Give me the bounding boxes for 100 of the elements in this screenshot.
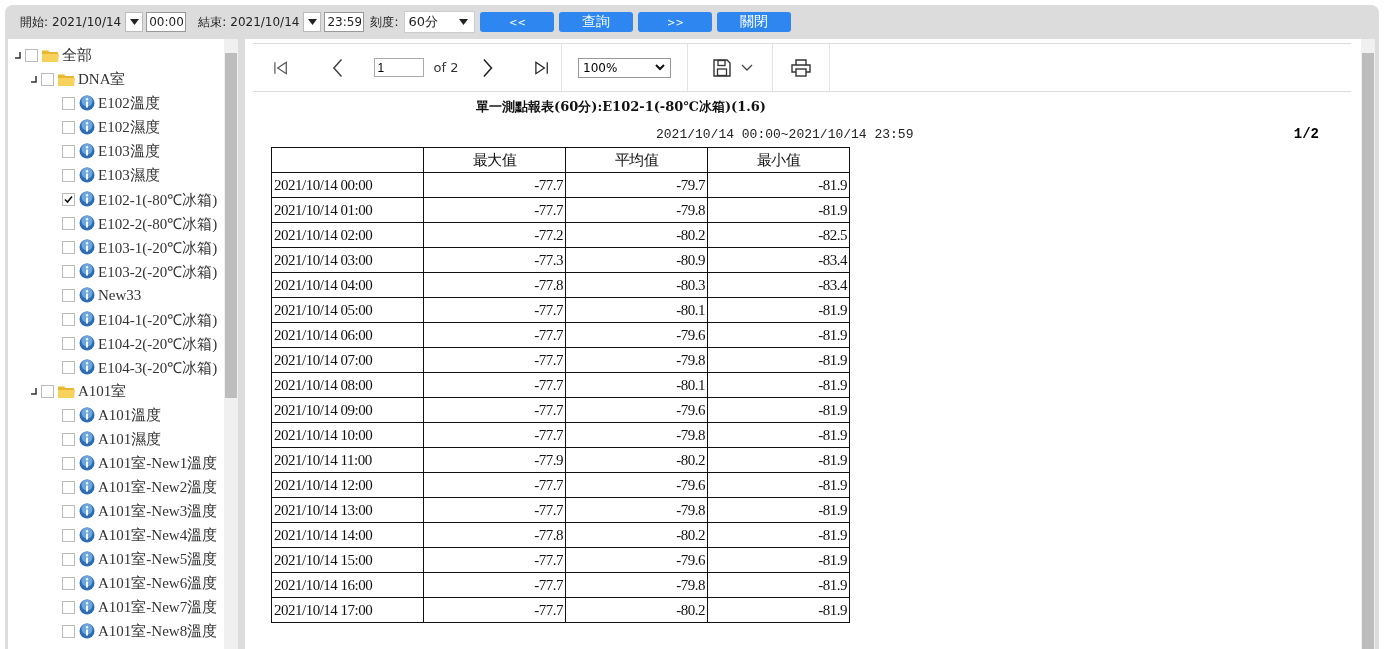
table-cell: -77.8 xyxy=(423,522,566,548)
checkbox[interactable] xyxy=(62,528,75,542)
checkbox[interactable] xyxy=(62,480,75,494)
checkbox[interactable] xyxy=(62,456,75,470)
checkbox[interactable] xyxy=(62,408,75,422)
tree-item[interactable]: E102-2(-80℃冰箱) xyxy=(98,212,218,234)
table-cell: -82.5 xyxy=(707,222,850,248)
end-time-field[interactable]: 23:59 xyxy=(324,12,365,32)
tree-item[interactable]: A101室 xyxy=(78,381,127,401)
start-time-field[interactable]: 00:00 xyxy=(146,12,187,32)
tree-item[interactable]: A101室-New6溫度 xyxy=(98,573,218,593)
previous-button[interactable]: << xyxy=(480,12,555,32)
table-cell: 2021/10/14 02:00 xyxy=(271,222,424,248)
scale-select[interactable]: 60分 xyxy=(404,11,476,33)
checkbox[interactable] xyxy=(62,144,75,158)
tree-item[interactable]: A101室-New2溫度 xyxy=(98,477,218,497)
checkbox[interactable] xyxy=(62,168,75,182)
table-cell: -81.9 xyxy=(707,472,850,498)
table-cell: -81.9 xyxy=(707,172,850,198)
info-icon xyxy=(79,551,95,567)
checkbox[interactable] xyxy=(62,600,75,614)
tree-item[interactable]: E104-1(-20℃冰箱) xyxy=(98,308,218,330)
tree-item[interactable]: A101室-New4溫度 xyxy=(98,525,218,545)
dropdown-button[interactable] xyxy=(303,12,322,32)
table-cell: -77.7 xyxy=(423,472,566,498)
checkbox[interactable] xyxy=(62,96,75,110)
report-title: 單一測點報表(60分):E102-1(-80℃冰箱)(1.6) xyxy=(475,98,767,116)
scrollbar[interactable] xyxy=(224,39,238,649)
tree-item[interactable]: A101室-New3溫度 xyxy=(98,501,218,521)
tree-item[interactable]: A101溫度 xyxy=(98,405,162,425)
previous-page-icon[interactable] xyxy=(332,57,344,78)
tree-item[interactable]: E104-2(-20℃冰箱) xyxy=(98,332,218,354)
checkbox[interactable] xyxy=(62,360,75,374)
table-cell: -81.9 xyxy=(707,347,850,373)
table-cell: 2021/10/14 03:00 xyxy=(271,247,424,273)
info-icon xyxy=(79,95,95,111)
tree-item[interactable]: E103溫度 xyxy=(98,141,160,161)
checkbox[interactable] xyxy=(41,72,54,86)
table-cell: -79.8 xyxy=(565,497,708,523)
print-icon[interactable] xyxy=(791,58,811,77)
page-number-field[interactable]: 1 xyxy=(373,58,424,77)
checkbox[interactable] xyxy=(41,384,54,398)
dropdown-button[interactable] xyxy=(125,12,144,32)
collapse-icon[interactable] xyxy=(30,387,37,395)
tree-item[interactable]: E103-1(-20℃冰箱) xyxy=(98,236,218,258)
query-button[interactable]: 查詢 xyxy=(559,12,634,32)
table-cell: -79.7 xyxy=(565,172,708,198)
tree-item[interactable]: DNA室 xyxy=(78,69,126,89)
collapse-icon[interactable] xyxy=(14,51,21,59)
tree-item[interactable]: A101室-New7溫度 xyxy=(98,597,218,617)
last-page-icon[interactable] xyxy=(533,59,549,76)
checkbox[interactable] xyxy=(62,240,75,254)
tree-item[interactable]: 全部 xyxy=(62,45,92,65)
checkbox[interactable] xyxy=(25,48,38,62)
checkbox[interactable] xyxy=(62,576,75,590)
checkbox[interactable] xyxy=(62,192,75,206)
tree-item[interactable]: New33 xyxy=(98,286,142,304)
tree-item[interactable]: A101濕度 xyxy=(98,429,162,449)
checkbox[interactable] xyxy=(62,120,75,134)
tree-item[interactable]: E103濕度 xyxy=(98,165,160,185)
page-count: of 2 xyxy=(433,60,459,75)
tree-item[interactable]: A101室-New5溫度 xyxy=(98,549,218,569)
checkbox[interactable] xyxy=(62,312,75,326)
chevron-down-icon[interactable] xyxy=(741,63,753,72)
tree-item[interactable]: A101室-New1溫度 xyxy=(98,453,218,473)
scrollbar[interactable] xyxy=(1361,39,1375,649)
next-page-icon[interactable] xyxy=(482,57,494,78)
tree-item[interactable]: A101室-New8溫度 xyxy=(98,621,218,641)
end-date: 2021/10/14 xyxy=(230,15,300,29)
table-cell: -81.9 xyxy=(707,372,850,398)
checkbox[interactable] xyxy=(62,624,75,638)
checkbox[interactable] xyxy=(62,264,75,278)
zoom-select[interactable]: 100% xyxy=(578,57,671,78)
table-cell: 2021/10/14 11:00 xyxy=(271,447,424,473)
table-cell: 2021/10/14 00:00 xyxy=(271,172,424,198)
checkbox[interactable] xyxy=(62,216,75,230)
table-cell: -77.8 xyxy=(423,272,566,298)
table-cell: -77.7 xyxy=(423,172,566,198)
tree-item[interactable]: E104-3(-20℃冰箱) xyxy=(98,356,218,378)
table-cell: -77.7 xyxy=(423,397,566,423)
info-icon xyxy=(79,599,95,615)
checkbox[interactable] xyxy=(62,288,75,302)
tree-item[interactable]: E102-1(-80℃冰箱) xyxy=(98,188,218,210)
tree-item[interactable]: E102溫度 xyxy=(98,93,160,113)
table-cell: -81.9 xyxy=(707,297,850,323)
start-label: 開始: xyxy=(20,13,49,31)
close-button[interactable]: 關閉 xyxy=(717,12,792,32)
report-page-number: 1/2 xyxy=(1293,126,1319,142)
table-cell: -79.6 xyxy=(565,322,708,348)
checkbox[interactable] xyxy=(62,504,75,518)
column-header: 平均值 xyxy=(565,147,708,173)
save-icon[interactable] xyxy=(713,58,731,77)
checkbox[interactable] xyxy=(62,336,75,350)
checkbox[interactable] xyxy=(62,552,75,566)
first-page-icon[interactable] xyxy=(273,59,289,76)
tree-item[interactable]: E103-2(-20℃冰箱) xyxy=(98,260,218,282)
tree-item[interactable]: E102濕度 xyxy=(98,117,160,137)
collapse-icon[interactable] xyxy=(30,75,37,83)
checkbox[interactable] xyxy=(62,432,75,446)
next-button[interactable]: >> xyxy=(638,12,713,32)
